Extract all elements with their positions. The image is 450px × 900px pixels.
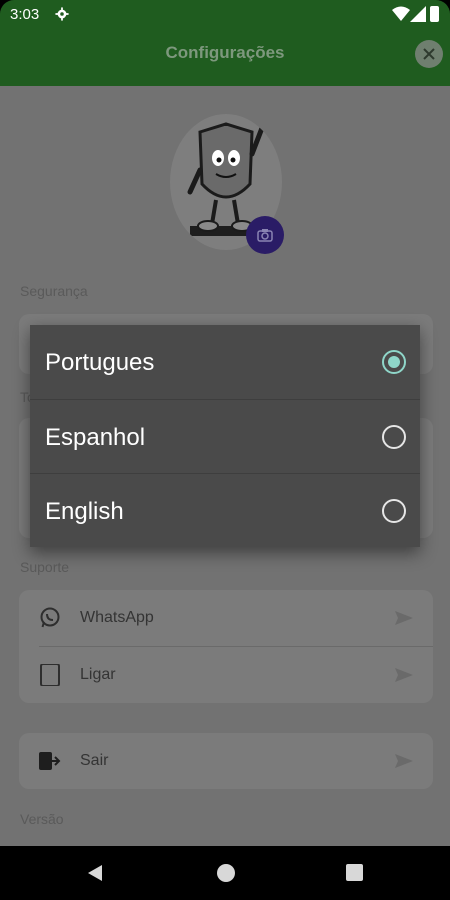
back-icon[interactable] bbox=[86, 864, 104, 882]
radio-button[interactable] bbox=[382, 425, 406, 449]
support-row-call[interactable]: Ligar bbox=[19, 647, 433, 703]
camera-icon bbox=[257, 229, 273, 242]
status-time: 3:03 bbox=[10, 6, 40, 23]
home-icon[interactable] bbox=[217, 864, 235, 882]
language-option-label: Portugues bbox=[45, 349, 155, 376]
whatsapp-icon bbox=[40, 607, 60, 628]
radio-button[interactable] bbox=[382, 499, 406, 523]
radio-button-selected[interactable] bbox=[382, 350, 406, 374]
signal-icon bbox=[410, 6, 426, 22]
support-card: WhatsApp Ligar bbox=[19, 590, 433, 703]
close-button[interactable] bbox=[415, 40, 443, 68]
language-option-portugues[interactable]: Portugues bbox=[30, 325, 420, 399]
wifi-icon bbox=[392, 6, 410, 21]
phone-icon bbox=[40, 664, 60, 686]
language-option-label: Espanhol bbox=[45, 424, 146, 451]
send-arrow-icon bbox=[395, 668, 413, 682]
send-arrow-icon bbox=[395, 611, 413, 625]
app-bar: 3:03 Configurações bbox=[0, 0, 450, 86]
language-option-label: English bbox=[45, 498, 124, 525]
send-arrow-icon bbox=[395, 754, 413, 768]
page-title: Configurações bbox=[165, 43, 285, 62]
section-support-label: Suporte bbox=[20, 559, 70, 575]
system-nav-bar bbox=[0, 846, 450, 900]
recents-icon[interactable] bbox=[346, 864, 363, 881]
change-photo-button[interactable] bbox=[246, 216, 284, 254]
section-security-label: Segurança bbox=[20, 283, 88, 299]
logout-label: Sair bbox=[80, 752, 109, 769]
support-row-whatsapp[interactable]: WhatsApp bbox=[19, 590, 433, 646]
gear-icon bbox=[55, 7, 69, 21]
logout-card: Sair bbox=[19, 733, 433, 789]
support-row-label: Ligar bbox=[80, 666, 116, 683]
section-version-label: Versão bbox=[20, 811, 64, 827]
language-option-english[interactable]: English bbox=[30, 474, 420, 548]
language-option-espanhol[interactable]: Espanhol bbox=[30, 400, 420, 474]
close-icon bbox=[423, 48, 435, 60]
status-bar: 3:03 bbox=[0, 0, 450, 30]
battery-icon bbox=[430, 6, 439, 22]
logout-icon bbox=[39, 752, 61, 770]
support-row-label: WhatsApp bbox=[80, 609, 154, 626]
logout-row[interactable]: Sair bbox=[19, 733, 433, 789]
language-dialog: Portugues Espanhol English bbox=[30, 325, 420, 547]
